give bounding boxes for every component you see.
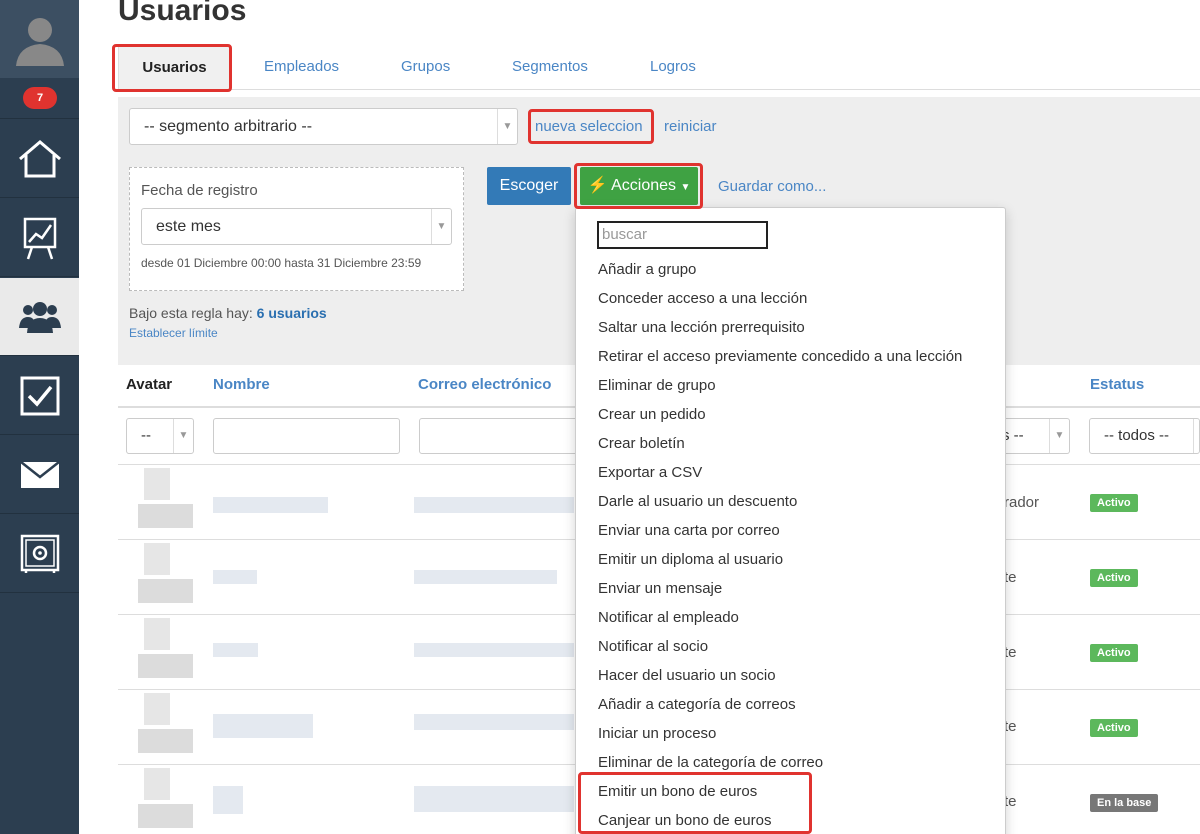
safe-icon (20, 534, 59, 573)
date-filter-label: Fecha de registro (141, 182, 258, 199)
sidebar-item-mail[interactable] (0, 436, 79, 514)
email-filter-input[interactable] (419, 418, 579, 454)
dropdown-search-placeholder: buscar (602, 226, 648, 243)
save-as-link[interactable]: Guardar como... (718, 178, 826, 195)
status-filter-value: -- todos -- (1104, 427, 1170, 444)
rule-summary: Bajo esta regla hay: 6 usuarios (129, 305, 327, 321)
highlight-new-selection (528, 109, 654, 144)
blurred-name (213, 497, 328, 513)
blurred-email (414, 643, 574, 657)
blurred-name (213, 570, 257, 584)
column-header-avatar: Avatar (126, 376, 173, 393)
date-range-text: desde 01 Diciembre 00:00 hasta 31 Diciem… (141, 256, 422, 270)
menu-item-create-order[interactable]: Crear un pedido (598, 406, 706, 423)
blurred-email (414, 714, 574, 730)
date-period-select[interactable]: este mes ▼ (141, 208, 452, 245)
sidebar-item-safe[interactable] (0, 515, 79, 593)
checkbox-icon (20, 376, 59, 415)
notification-badge[interactable]: 7 (23, 87, 57, 109)
date-period-value: este mes (156, 218, 221, 235)
menu-item-send-mail-letter[interactable]: Enviar una carta por correo (598, 522, 780, 539)
menu-item-start-process[interactable]: Iniciar un proceso (598, 725, 716, 742)
blurred-email (414, 570, 557, 584)
chevron-down-icon: ▼ (173, 419, 193, 453)
notification-row[interactable]: 7 (0, 79, 79, 119)
segment-select[interactable]: -- segmento arbitrario -- ▼ (129, 108, 518, 145)
menu-item-give-discount[interactable]: Darle al usuario un descuento (598, 493, 797, 510)
blurred-email (414, 497, 574, 513)
blurred-email (414, 786, 574, 812)
status-badge: Activo (1090, 644, 1138, 662)
status-badge: En la base (1090, 794, 1159, 812)
avatar-filter-value: -- (141, 427, 151, 444)
tab-empleados[interactable]: Empleados (264, 46, 339, 90)
menu-item-skip-prerequisite[interactable]: Saltar una lección prerrequisito (598, 319, 805, 336)
sidebar-item-tasks[interactable] (0, 357, 79, 435)
chart-easel-icon (23, 217, 56, 259)
name-filter-input[interactable] (213, 418, 400, 454)
column-header-name[interactable]: Nombre (213, 376, 270, 393)
menu-item-remove-from-group[interactable]: Eliminar de grupo (598, 377, 716, 394)
menu-item-notify-partner[interactable]: Notificar al socio (598, 638, 708, 655)
status-badge: Activo (1090, 494, 1138, 512)
menu-item-make-partner[interactable]: Hacer del usuario un socio (598, 667, 776, 684)
status-badge: Activo (1090, 569, 1138, 587)
menu-item-export-csv[interactable]: Exportar a CSV (598, 464, 702, 481)
menu-item-notify-employee[interactable]: Notificar al empleado (598, 609, 739, 626)
highlight-usuarios-tab (112, 44, 232, 92)
profile-avatar[interactable] (0, 0, 79, 78)
menu-item-send-message[interactable]: Enviar un mensaje (598, 580, 722, 597)
menu-item-add-mail-category[interactable]: Añadir a categoría de correos (598, 696, 796, 713)
menu-item-revoke-lesson-access[interactable]: Retirar el acceso previamente concedido … (598, 348, 962, 365)
user-silhouette-icon (15, 18, 64, 66)
rule-summary-prefix: Bajo esta regla hay: (129, 305, 253, 321)
reset-link[interactable]: reiniciar (664, 118, 717, 135)
sidebar: 7 (0, 0, 79, 834)
tab-segmentos[interactable]: Segmentos (512, 46, 588, 90)
status-filter-select[interactable]: -- todos -- (1089, 418, 1200, 454)
chevron-down-icon: ▼ (497, 109, 517, 144)
blurred-name (213, 714, 313, 738)
blurred-name (213, 786, 243, 814)
menu-item-issue-diploma[interactable]: Emitir un diploma al usuario (598, 551, 783, 568)
users-icon (18, 301, 61, 333)
sidebar-item-reports[interactable] (0, 199, 79, 277)
page-title: Usuarios (118, 0, 247, 27)
tab-bar: Usuarios Empleados Grupos Segmentos Logr… (118, 46, 1200, 90)
select-divider (1193, 419, 1199, 453)
highlight-euro-voucher-items (578, 772, 812, 834)
tab-logros[interactable]: Logros (650, 46, 696, 90)
menu-item-remove-mail-category[interactable]: Eliminar de la categoría de correo (598, 754, 823, 771)
home-icon (18, 139, 61, 177)
segment-select-value: -- segmento arbitrario -- (144, 118, 313, 135)
chevron-down-icon: ▼ (1049, 419, 1069, 453)
column-header-email[interactable]: Correo electrónico (418, 376, 551, 393)
mail-icon (19, 460, 60, 488)
menu-item-add-to-group[interactable]: Añadir a grupo (598, 261, 696, 278)
sidebar-item-users[interactable] (0, 278, 79, 356)
chevron-down-icon: ▼ (431, 209, 451, 244)
highlight-actions-button (574, 163, 703, 209)
blurred-name (213, 643, 258, 657)
choose-button[interactable]: Escoger (487, 167, 571, 205)
rule-user-count[interactable]: 6 usuarios (257, 305, 327, 321)
column-header-status[interactable]: Estatus (1090, 376, 1144, 393)
status-badge: Activo (1090, 719, 1138, 737)
tab-grupos[interactable]: Grupos (401, 46, 450, 90)
dropdown-search-input[interactable]: buscar (597, 221, 768, 249)
sidebar-item-home[interactable] (0, 120, 79, 198)
set-limit-link[interactable]: Establecer límite (129, 326, 218, 340)
type-cell: rador (1004, 494, 1040, 511)
avatar-filter-select[interactable]: -- ▼ (126, 418, 194, 454)
menu-item-grant-lesson-access[interactable]: Conceder acceso a una lección (598, 290, 807, 307)
menu-item-create-newsletter[interactable]: Crear boletín (598, 435, 685, 452)
